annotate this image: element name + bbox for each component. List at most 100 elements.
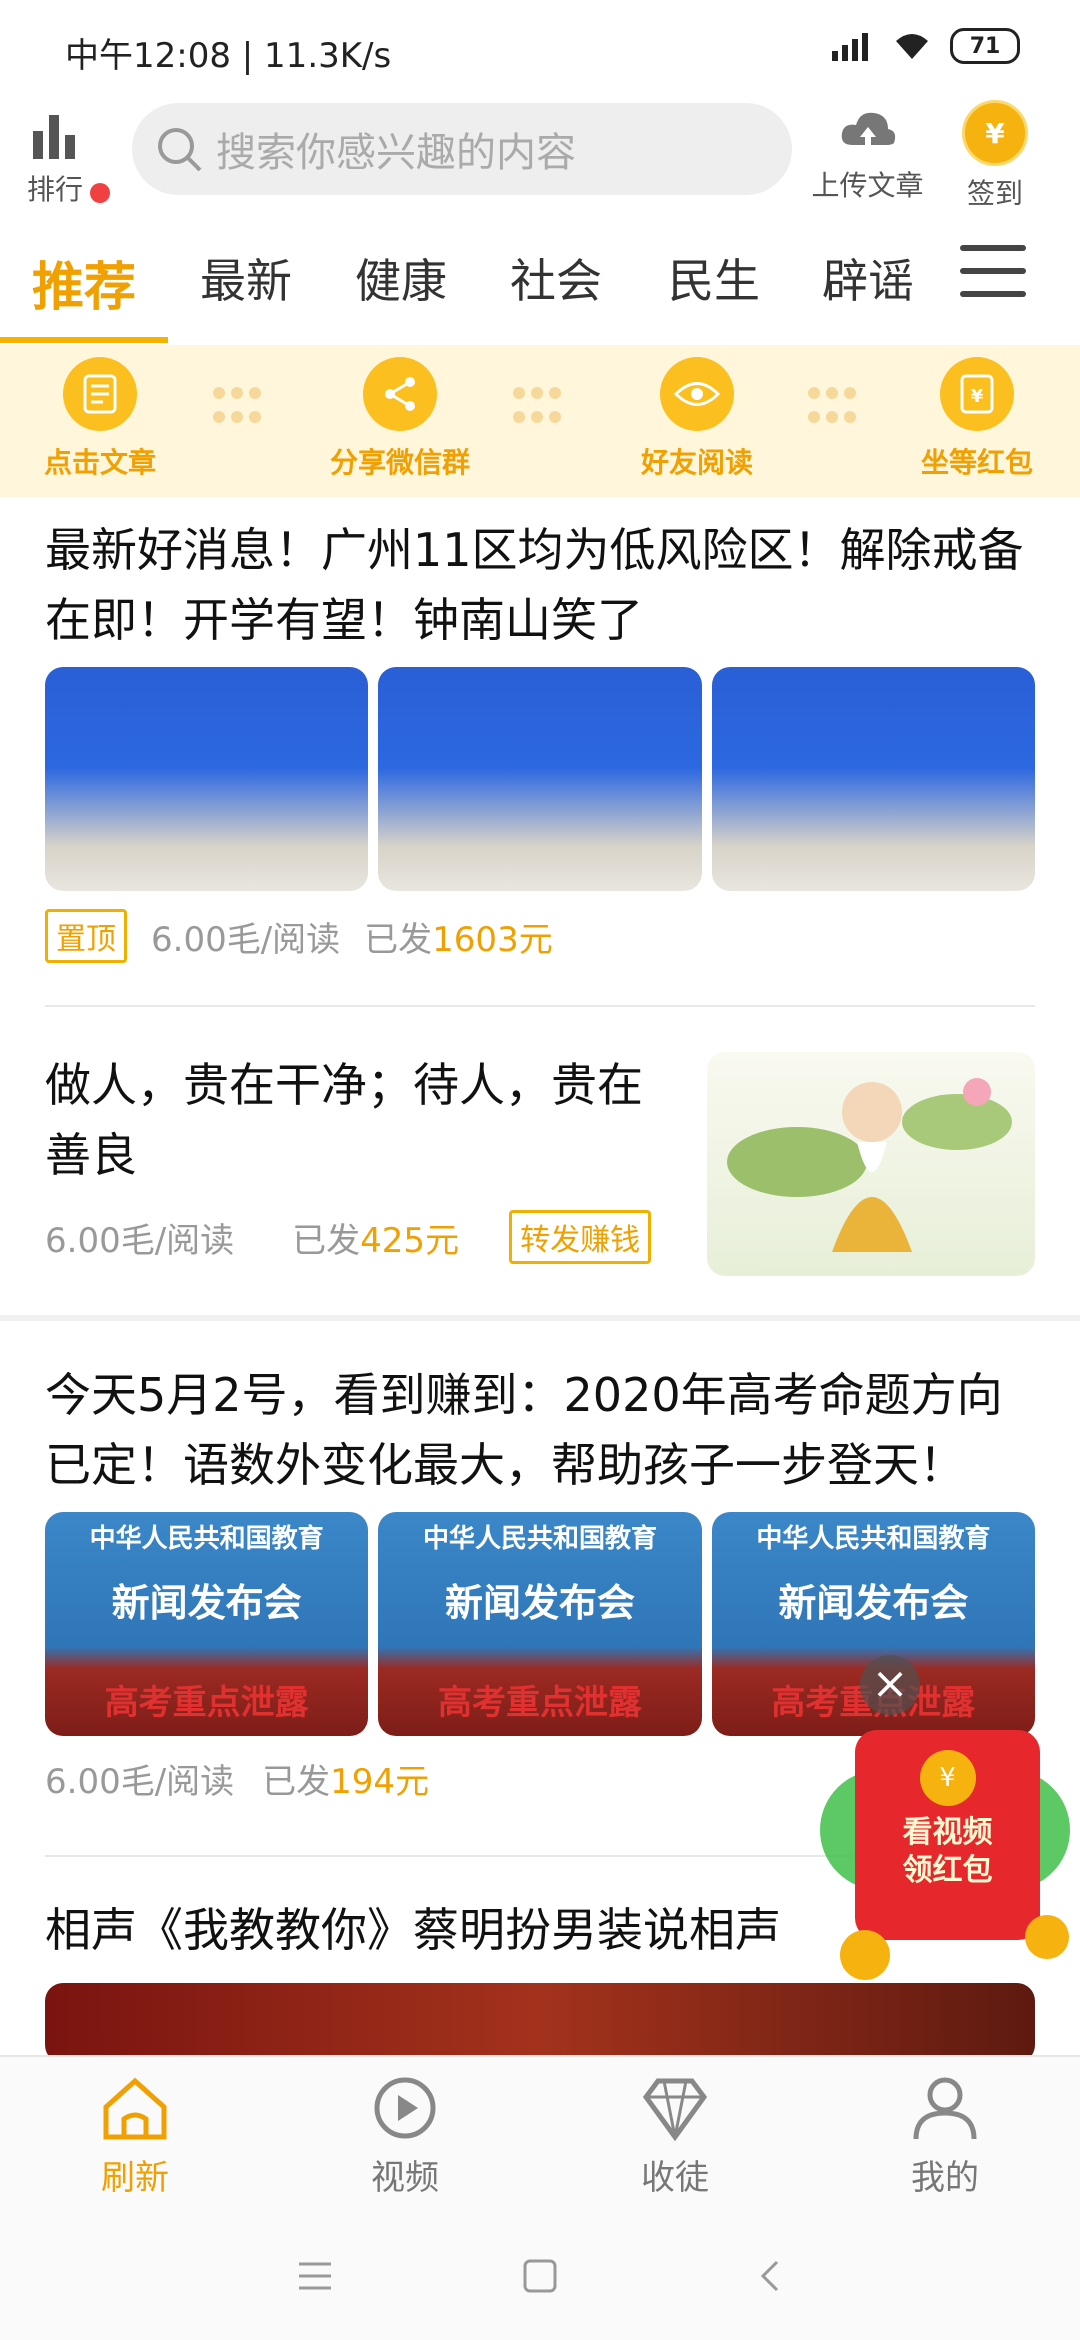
article-thumbnail bbox=[711, 667, 1035, 891]
coin-icon: ¥ bbox=[962, 100, 1028, 166]
tab-livelihood[interactable]: 民生 bbox=[668, 245, 760, 311]
cloud-upload-icon bbox=[841, 112, 895, 145]
search-input[interactable]: 搜索你感兴趣的内容 bbox=[132, 103, 792, 195]
article-meta: 置顶 6.00毛/阅读 已发 1603元 bbox=[45, 909, 1035, 963]
wifi-icon bbox=[896, 34, 928, 59]
tab-society[interactable]: 社会 bbox=[510, 245, 602, 311]
share-icon bbox=[363, 357, 437, 431]
article-title: 做人，贵在干净；待人，贵在善良 bbox=[45, 1058, 643, 1182]
step-dots bbox=[805, 383, 865, 423]
step-friend-read: 好友阅读 bbox=[602, 357, 792, 481]
system-nav-bar bbox=[0, 2210, 1080, 2340]
paid-prefix: 已发 bbox=[364, 919, 433, 960]
signal-icon bbox=[832, 33, 868, 61]
article-title: 今天5月2号，看到赚到：2020年高考命题方向已定！语数外变化最大，帮助孩子一步… bbox=[45, 1368, 1003, 1492]
paid-prefix: 已发 bbox=[292, 1220, 361, 1261]
rank-label: 排行 bbox=[26, 173, 83, 206]
step-label: 点击文章 bbox=[43, 446, 156, 479]
signin-label: 签到 bbox=[966, 177, 1023, 210]
coin-icon bbox=[1025, 1915, 1069, 1959]
image-caption: 中华人民共和国教育 bbox=[756, 1524, 991, 1554]
red-envelope-icon: ¥ bbox=[940, 357, 1014, 431]
step-dots bbox=[510, 383, 570, 423]
video-redpacket-promo[interactable]: × ¥ 看视频 领红包 bbox=[820, 1640, 1080, 2010]
article-thumbnail bbox=[707, 1052, 1035, 1276]
nav-label: 收徒 bbox=[641, 2158, 709, 2198]
active-tab-indicator bbox=[0, 337, 168, 343]
red-envelope-icon: ¥ 看视频 领红包 bbox=[855, 1730, 1040, 1940]
upload-article-button[interactable]: 上传文章 bbox=[805, 105, 930, 204]
nav-mine[interactable]: 我的 bbox=[865, 2075, 1025, 2199]
tab-latest[interactable]: 最新 bbox=[200, 245, 292, 311]
earn-steps-bar: 点击文章 分享微信群 好友阅读 ¥ 坐等红包 bbox=[0, 345, 1080, 497]
image-caption: 中华人民共和国教育 bbox=[422, 1524, 657, 1554]
paid-amount: 194元 bbox=[330, 1762, 430, 1802]
eye-icon bbox=[660, 357, 734, 431]
coin-icon bbox=[840, 1930, 890, 1980]
article-thumbnail bbox=[378, 667, 702, 891]
step-wait-redpacket: ¥ 坐等红包 bbox=[882, 357, 1072, 481]
status-icons: 71 bbox=[830, 28, 1020, 64]
search-placeholder: 搜索你感兴趣的内容 bbox=[216, 130, 576, 176]
reward-rate: 6.00毛/阅读 bbox=[151, 919, 341, 960]
close-icon[interactable]: × bbox=[860, 1655, 920, 1715]
search-icon bbox=[158, 128, 202, 172]
promo-line1: 看视频 bbox=[902, 1815, 993, 1850]
step-label: 分享微信群 bbox=[329, 446, 470, 479]
paid-prefix: 已发 bbox=[262, 1762, 331, 1802]
step-share-wechat: 分享微信群 bbox=[305, 357, 495, 481]
tab-rumor[interactable]: 辟谣 bbox=[822, 245, 914, 311]
user-icon bbox=[913, 2077, 977, 2140]
divider bbox=[45, 1005, 1035, 1007]
tab-recommend[interactable]: 推荐 bbox=[32, 245, 136, 320]
back-icon[interactable] bbox=[755, 2258, 785, 2294]
promo-line2: 领红包 bbox=[902, 1853, 993, 1888]
image-caption: 新闻发布会 bbox=[444, 1581, 635, 1625]
nav-refresh[interactable]: 刷新 bbox=[55, 2075, 215, 2199]
battery-indicator: 71 bbox=[950, 28, 1020, 64]
paid-amount: 1603元 bbox=[432, 919, 553, 960]
nav-disciples[interactable]: 收徒 bbox=[595, 2075, 755, 2199]
diamond-icon bbox=[642, 2078, 708, 2142]
image-overlay-text: 高考重点泄露 bbox=[104, 1683, 309, 1723]
document-icon bbox=[63, 357, 137, 431]
reward-rate: 6.00毛/阅读 bbox=[45, 1220, 235, 1261]
image-caption: 新闻发布会 bbox=[111, 1581, 302, 1625]
image-caption: 中华人民共和国教育 bbox=[89, 1524, 324, 1554]
reward-rate: 6.00毛/阅读 bbox=[45, 1762, 235, 1802]
rank-button[interactable]: 排行 bbox=[20, 105, 90, 208]
nav-video[interactable]: 视频 bbox=[325, 2075, 485, 2199]
play-icon bbox=[374, 2077, 436, 2139]
home-square-icon[interactable] bbox=[522, 2258, 558, 2294]
pinned-badge: 置顶 bbox=[45, 909, 127, 963]
article-title: 最新好消息！广州11区均为低风险区！解除戒备在即！开学有望！钟南山笑了 bbox=[45, 523, 1024, 647]
notification-dot bbox=[90, 183, 110, 203]
image-caption: 新闻发布会 bbox=[778, 1581, 969, 1625]
menu-lines-icon[interactable] bbox=[295, 2260, 335, 2292]
nav-label: 视频 bbox=[371, 2158, 439, 2198]
upload-label: 上传文章 bbox=[811, 169, 924, 202]
article-images bbox=[45, 667, 1035, 891]
sign-in-button[interactable]: ¥ 签到 bbox=[955, 100, 1035, 212]
ranking-chart-icon bbox=[33, 115, 75, 159]
paid-amount: 425元 bbox=[360, 1220, 460, 1261]
illustration-image bbox=[727, 1078, 1012, 1252]
step-dots bbox=[210, 383, 270, 423]
share-earn-button[interactable]: 转发赚钱 bbox=[509, 1210, 652, 1264]
article-card[interactable]: 最新好消息！广州11区均为低风险区！解除戒备在即！开学有望！钟南山笑了 置顶 6… bbox=[45, 515, 1035, 963]
step-click-article: 点击文章 bbox=[5, 357, 195, 481]
bottom-nav: 刷新 视频 收徒 我的 bbox=[0, 2055, 1080, 2212]
nav-label: 我的 bbox=[911, 2158, 979, 2198]
home-icon bbox=[103, 2077, 167, 2140]
step-label: 好友阅读 bbox=[640, 446, 753, 479]
svg-text:¥: ¥ bbox=[971, 386, 984, 407]
nav-label: 刷新 bbox=[101, 2158, 169, 2198]
top-header: 排行 搜索你感兴趣的内容 上传文章 ¥ 签到 bbox=[0, 95, 1080, 215]
tab-health[interactable]: 健康 bbox=[355, 245, 447, 311]
category-tabs: 推荐 最新 健康 社会 民生 辟谣 bbox=[0, 215, 1080, 345]
article-thumbnail: 中华人民共和国教育 新闻发布会 高考重点泄露 bbox=[45, 1512, 369, 1736]
section-divider bbox=[0, 1315, 1080, 1321]
article-card[interactable]: 做人，贵在干净；待人，贵在善良 6.00毛/阅读 已发 425元 转发赚钱 bbox=[45, 1050, 1035, 1290]
menu-icon[interactable] bbox=[960, 245, 1026, 314]
step-label: 坐等红包 bbox=[920, 446, 1033, 479]
